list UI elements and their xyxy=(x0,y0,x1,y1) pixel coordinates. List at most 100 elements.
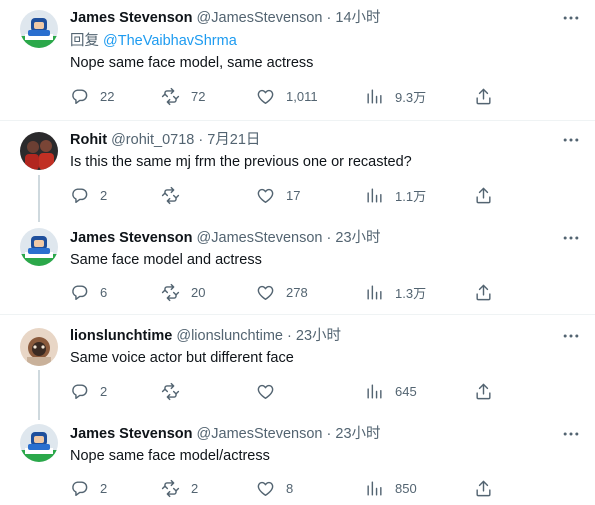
tweet-text: Is this the same mj frm the previous one… xyxy=(70,154,412,170)
tweet-actions: 22 72 1,011 9.3万 xyxy=(60,83,500,109)
heart-icon xyxy=(256,479,275,498)
separator-dot: · xyxy=(326,10,332,26)
author-name[interactable]: lionslunchtime xyxy=(70,328,172,344)
like-button[interactable]: 8 xyxy=(256,475,293,501)
avatar[interactable] xyxy=(20,132,58,170)
avatar[interactable] xyxy=(20,10,58,48)
heart-icon xyxy=(256,382,275,401)
share-icon xyxy=(474,382,493,401)
reply-button[interactable]: 2 xyxy=(70,378,107,404)
like-button[interactable]: 278 xyxy=(256,279,308,305)
share-button[interactable] xyxy=(474,279,493,305)
tweet-actions: 2 2 8 850 xyxy=(60,475,500,501)
tweet[interactable]: Rohit @rohit_0718 · 7月21日 Is this the sa… xyxy=(0,121,595,221)
avatar[interactable] xyxy=(20,328,58,366)
share-icon xyxy=(474,283,493,302)
share-icon xyxy=(474,479,493,498)
more-icon[interactable] xyxy=(561,424,581,444)
reply-count: 2 xyxy=(100,187,108,203)
retweet-icon xyxy=(161,186,180,205)
tweet-time[interactable]: 23小时 xyxy=(335,426,380,442)
retweet-icon xyxy=(161,87,180,106)
retweet-icon xyxy=(161,382,180,401)
reply-to-mention[interactable]: @TheVaibhavShrma xyxy=(103,33,237,49)
reply-button[interactable]: 22 xyxy=(70,83,114,109)
tweet-time[interactable]: 14小时 xyxy=(335,10,380,26)
reply-prefix: 回复 xyxy=(70,33,99,49)
share-button[interactable] xyxy=(474,182,493,208)
reply-count: 2 xyxy=(100,480,108,496)
views-button[interactable]: 1.1万 xyxy=(365,182,426,208)
separator-dot: · xyxy=(326,230,332,246)
tweet-actions: 6 20 278 1.3万 xyxy=(60,279,500,305)
tweet[interactable]: lionslunchtime @lionslunchtime · 23小时 Sa… xyxy=(0,315,595,418)
avatar[interactable] xyxy=(20,228,58,266)
author-handle[interactable]: @lionslunchtime xyxy=(176,328,283,344)
reply-count: 6 xyxy=(100,284,108,300)
more-icon[interactable] xyxy=(561,8,581,28)
views-button[interactable]: 9.3万 xyxy=(365,83,426,109)
like-button[interactable]: 1,011 xyxy=(256,83,318,109)
author-handle[interactable]: @JamesStevenson xyxy=(197,426,323,442)
views-count: 1.3万 xyxy=(395,285,427,301)
like-count: 278 xyxy=(286,284,308,300)
retweet-button[interactable] xyxy=(161,378,191,404)
retweet-button[interactable]: 20 xyxy=(161,279,205,305)
tweet[interactable]: James Stevenson @JamesStevenson · 23小时 N… xyxy=(0,418,595,505)
views-icon xyxy=(365,479,384,498)
replying-to: 回复 @TheVaibhavShrma xyxy=(70,31,237,51)
author-name[interactable]: James Stevenson xyxy=(70,10,193,26)
author-handle[interactable]: @JamesStevenson xyxy=(197,10,323,26)
tweet-time[interactable]: 23小时 xyxy=(296,328,341,344)
author-name[interactable]: James Stevenson xyxy=(70,230,193,246)
more-icon[interactable] xyxy=(561,326,581,346)
tweet-header: lionslunchtime @lionslunchtime · 23小时 xyxy=(70,326,555,346)
tweet-text: Same face model and actress xyxy=(70,252,262,268)
tweet-actions: 2 645 xyxy=(60,378,500,404)
reply-button[interactable]: 6 xyxy=(70,279,107,305)
reply-icon xyxy=(70,479,89,498)
like-count: 17 xyxy=(286,187,301,203)
reply-button[interactable]: 2 xyxy=(70,182,107,208)
separator-dot: · xyxy=(198,132,204,148)
share-icon xyxy=(474,186,493,205)
reply-button[interactable]: 2 xyxy=(70,475,107,501)
tweet-header: James Stevenson @JamesStevenson · 23小时 xyxy=(70,228,555,248)
share-button[interactable] xyxy=(474,475,493,501)
tweet[interactable]: James Stevenson @JamesStevenson · 14小时 回… xyxy=(0,0,595,120)
like-button[interactable]: 17 xyxy=(256,182,300,208)
share-icon xyxy=(474,87,493,106)
tweet-text: Nope same face model/actress xyxy=(70,448,270,464)
retweet-button[interactable] xyxy=(161,182,191,208)
author-handle[interactable]: @JamesStevenson xyxy=(197,230,323,246)
author-handle[interactable]: @rohit_0718 xyxy=(111,132,194,148)
retweet-button[interactable]: 2 xyxy=(161,475,198,501)
share-button[interactable] xyxy=(474,378,493,404)
retweet-icon xyxy=(161,479,180,498)
like-button[interactable] xyxy=(256,378,286,404)
avatar[interactable] xyxy=(20,424,58,462)
more-icon[interactable] xyxy=(561,228,581,248)
views-count: 645 xyxy=(395,383,417,399)
author-name[interactable]: Rohit xyxy=(70,132,107,148)
heart-icon xyxy=(256,87,275,106)
separator-dot: · xyxy=(326,426,332,442)
views-count: 9.3万 xyxy=(395,89,427,105)
tweet-actions: 2 17 1.1万 xyxy=(60,182,500,208)
author-name[interactable]: James Stevenson xyxy=(70,426,193,442)
tweet-time[interactable]: 23小时 xyxy=(335,230,380,246)
tweet-header: James Stevenson @JamesStevenson · 23小时 xyxy=(70,424,555,444)
retweet-count: 20 xyxy=(191,284,206,300)
more-icon[interactable] xyxy=(561,130,581,150)
views-button[interactable]: 645 xyxy=(365,378,417,404)
share-button[interactable] xyxy=(474,83,493,109)
views-button[interactable]: 850 xyxy=(365,475,417,501)
views-icon xyxy=(365,283,384,302)
views-button[interactable]: 1.3万 xyxy=(365,279,426,305)
tweet-time[interactable]: 7月21日 xyxy=(207,132,260,148)
retweet-button[interactable]: 72 xyxy=(161,83,205,109)
tweet-header: James Stevenson @JamesStevenson · 14小时 xyxy=(70,8,555,28)
tweet-text: Same voice actor but different face xyxy=(70,350,294,366)
reply-icon xyxy=(70,283,89,302)
tweet[interactable]: James Stevenson @JamesStevenson · 23小时 S… xyxy=(0,222,595,314)
